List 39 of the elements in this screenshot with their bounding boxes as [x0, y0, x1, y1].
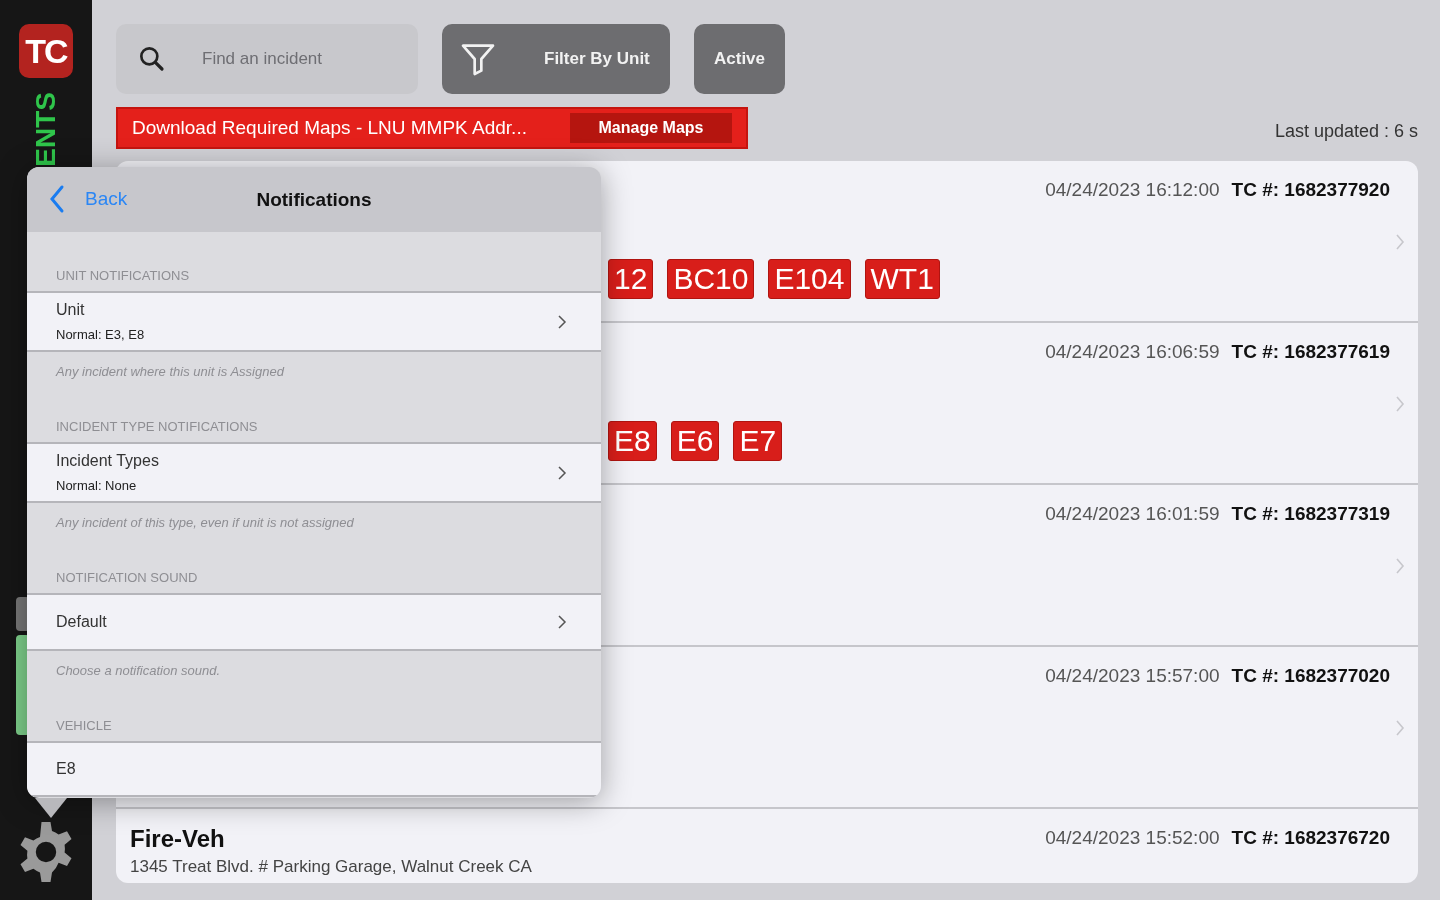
popover-pointer — [35, 798, 67, 818]
app-logo: TC — [19, 24, 73, 78]
search-field[interactable]: Find an incident — [116, 24, 418, 94]
unit-tag: BC10 — [667, 259, 755, 299]
incident-title: Fire-Veh — [130, 825, 226, 853]
unit-tag: E8 — [608, 421, 657, 461]
row-title: Unit — [56, 301, 86, 319]
back-icon — [49, 184, 65, 214]
popover-title: Notifications — [256, 188, 372, 211]
incident-date: 04/24/2023 16:06:59 — [1045, 341, 1220, 364]
incident-date: 04/24/2023 15:57:00 — [1045, 665, 1220, 688]
incident-row[interactable]: Fire-Veh 1345 Treat Blvd. # Parking Garage, Walnut Creek CA 04/24/2023 15:52:00 TC #: 1682376720 — [116, 809, 1418, 883]
tc-number: TC #: 1682377020 — [1231, 665, 1390, 688]
unit-tag: E6 — [670, 421, 720, 461]
unit-tag: 12 — [608, 259, 654, 299]
incident-address: 1345 Treat Blvd. # Parking Garage, Walnut Creek CA — [130, 857, 532, 877]
tc-number: TC #: 1682377319 — [1231, 503, 1390, 526]
manage-maps-button[interactable]: Manage Maps — [570, 113, 732, 143]
settings-row[interactable]: E8 — [27, 741, 601, 797]
settings-row[interactable]: Incident Types Normal: None — [27, 442, 601, 503]
incident-date: 04/24/2023 16:12:00 — [1045, 179, 1220, 202]
tc-number: TC #: 1682376720 — [1231, 827, 1390, 850]
tc-number: TC #: 1682377920 — [1231, 179, 1390, 202]
unit-tag: WT1 — [864, 259, 940, 299]
row-title: Default — [56, 613, 107, 631]
unit-tag: E7 — [733, 421, 783, 461]
section-header: VEHICLE — [55, 718, 113, 735]
incident-date: 04/24/2023 16:01:59 — [1045, 503, 1220, 526]
settings-row[interactable]: Unit Normal: E3, E8 — [27, 291, 601, 352]
unit-tag: E104 — [768, 259, 851, 299]
tc-number: TC #: 1682377619 — [1231, 341, 1390, 364]
banner-text: Download Required Maps - LNU MMPK Addr... — [132, 117, 527, 139]
last-updated: Last updated : 6 s — [1274, 120, 1418, 142]
filter-button[interactable]: Filter By Unit — [442, 24, 670, 94]
row-title: E8 — [56, 760, 76, 778]
status-button[interactable]: Active — [694, 24, 785, 94]
section-label: ENTS — [32, 92, 60, 167]
incident-date: 04/24/2023 15:52:00 — [1045, 827, 1220, 850]
settings-row[interactable]: Default — [27, 593, 601, 651]
